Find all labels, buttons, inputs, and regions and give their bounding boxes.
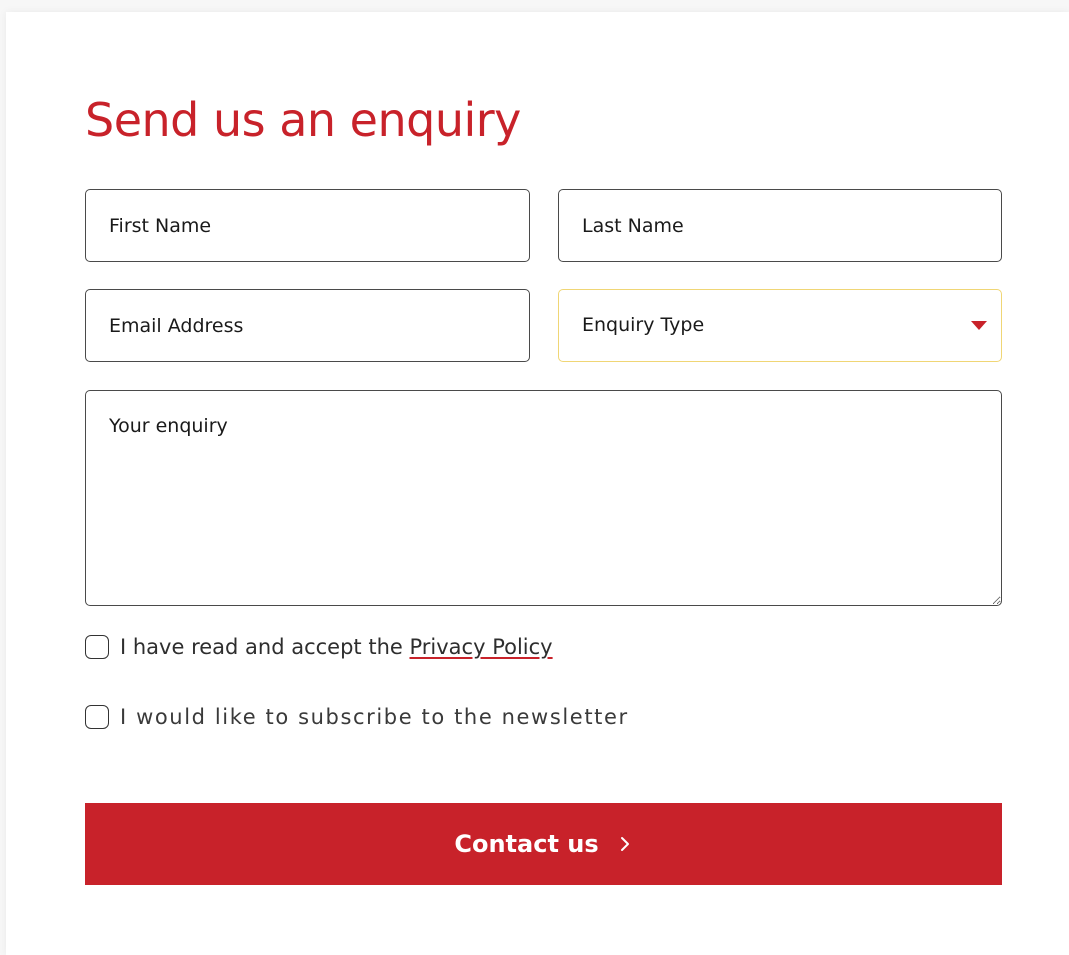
enquiry-type-select[interactable]: Enquiry Type [558, 289, 1002, 362]
enquiry-textarea[interactable] [85, 390, 1002, 606]
enquiry-form-card: Send us an enquiry Enquiry Type I have r… [6, 12, 1069, 955]
newsletter-row[interactable]: I would like to subscribe to the newslet… [85, 705, 629, 729]
privacy-policy-link[interactable]: Privacy Policy [409, 635, 552, 659]
email-field[interactable] [85, 289, 530, 362]
privacy-label: I have read and accept the Privacy Polic… [120, 635, 553, 659]
enquiry-type-label: Enquiry Type [582, 314, 705, 336]
newsletter-label: I would like to subscribe to the newslet… [120, 705, 629, 729]
privacy-consent-row[interactable]: I have read and accept the Privacy Polic… [85, 635, 553, 659]
contact-us-button[interactable]: Contact us [85, 803, 1002, 885]
caret-down-icon [971, 321, 987, 330]
privacy-checkbox[interactable] [85, 635, 109, 659]
chevron-right-icon [620, 837, 629, 851]
newsletter-checkbox[interactable] [85, 705, 109, 729]
contact-us-label: Contact us [454, 830, 599, 858]
form-title: Send us an enquiry [85, 93, 521, 147]
privacy-label-prefix: I have read and accept the [120, 635, 410, 659]
last-name-field[interactable] [558, 189, 1002, 262]
first-name-field[interactable] [85, 189, 530, 262]
